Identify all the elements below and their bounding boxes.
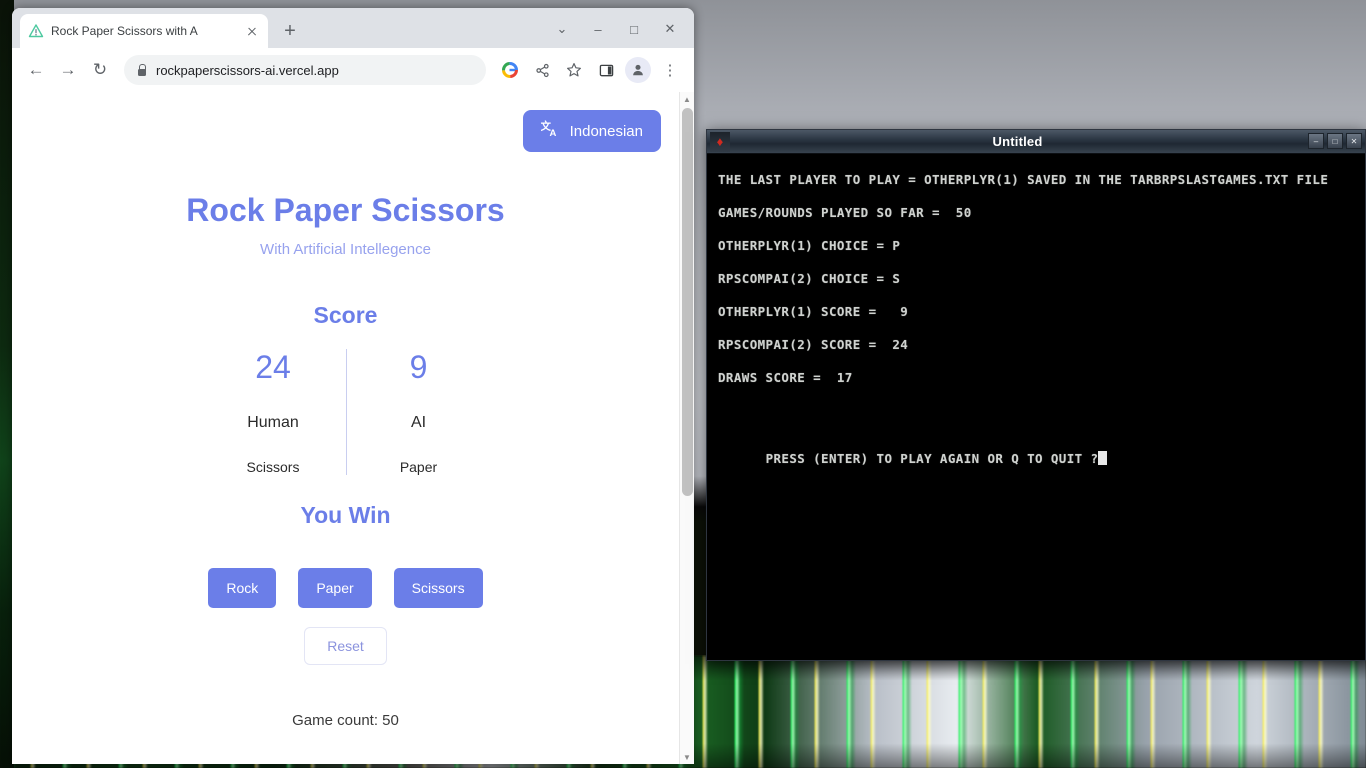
terminal-prompt-line: PRESS (ENTER) TO PLAY AGAIN OR Q TO QUIT… [718,436,1355,469]
url-text: rockpaperscissors-ai.vercel.app [156,63,339,78]
chrome-browser-window: Rock Paper Scissors with A + ⌄ – □ ✕ ← →… [12,8,694,764]
terminal-minimize-button[interactable]: – [1308,133,1324,149]
web-page: 文 A Indonesian Rock Paper Scissors With … [12,92,679,764]
terminal-app-icon: ♦ [710,132,730,152]
terminal-title: Untitled [730,134,1365,149]
minimize-button[interactable]: – [580,18,616,40]
terminal-close-button[interactable]: ✕ [1346,133,1362,149]
forward-button[interactable]: → [54,56,82,84]
terminal-prompt-text: PRESS (ENTER) TO PLAY AGAIN OR Q TO QUIT… [766,451,1099,466]
close-icon[interactable] [244,23,260,39]
page-scrollbar[interactable]: ▲ ▼ [679,92,694,764]
browser-toolbar: ← → ↻ rockpaperscissors-ai.vercel.app [12,48,694,92]
round-result: You Win [12,502,679,529]
side-panel-icon[interactable] [592,56,620,84]
scrollbar-thumb[interactable] [682,108,693,496]
reload-button[interactable]: ↻ [86,56,114,84]
score-ai: 9 AI Paper [346,349,491,475]
human-last-choice: Scissors [201,459,346,475]
ai-last-choice: Paper [347,459,491,475]
tab-strip: Rock Paper Scissors with A + ⌄ – □ ✕ [12,8,694,48]
page-subtitle: With Artificial Intellegence [12,241,679,258]
page-title: Rock Paper Scissors [12,192,679,229]
score-panel: 24 Human Scissors 9 AI Paper [12,349,679,475]
terminal-window: ♦ Untitled – □ ✕ THE LAST PLAYER TO PLAY… [706,129,1366,661]
translate-icon: 文 A [541,119,560,143]
rock-button[interactable]: Rock [208,568,276,608]
terminal-line: RPSCOMPAI(2) SCORE = 24 [718,337,1355,370]
back-button[interactable]: ← [22,56,50,84]
new-tab-button[interactable]: + [278,20,302,44]
profile-avatar-icon[interactable] [624,56,652,84]
choice-buttons: Rock Paper Scissors [12,568,679,608]
terminal-output[interactable]: THE LAST PLAYER TO PLAY = OTHERPLYR(1) S… [707,154,1365,479]
terminal-line [718,403,1355,436]
close-button[interactable]: ✕ [652,18,688,40]
bookmark-star-icon[interactable] [560,56,588,84]
avatar [625,57,651,83]
terminal-line: DRAWS SCORE = 17 [718,370,1355,403]
google-lens-icon[interactable] [496,56,524,84]
browser-viewport: 文 A Indonesian Rock Paper Scissors With … [12,92,694,764]
svg-text:A: A [549,128,556,138]
scroll-down-icon[interactable]: ▼ [680,750,694,764]
maximize-button[interactable]: □ [616,18,652,40]
lock-icon [136,64,147,76]
more-menu-icon[interactable]: ⋮ [656,56,684,84]
human-score-value: 24 [201,349,346,386]
paper-button[interactable]: Paper [298,568,371,608]
reset-row: Reset [12,627,679,665]
address-bar[interactable]: rockpaperscissors-ai.vercel.app [124,55,486,85]
terminal-window-buttons: – □ ✕ [1308,133,1362,149]
game-count-text: Game count: 50 [12,712,679,729]
terminal-line: THE LAST PLAYER TO PLAY = OTHERPLYR(1) S… [718,172,1355,205]
browser-tab[interactable]: Rock Paper Scissors with A [20,14,268,48]
scissors-button[interactable]: Scissors [394,568,483,608]
translate-button-label: Indonesian [570,123,643,140]
tab-title: Rock Paper Scissors with A [51,24,237,38]
score-human: 24 Human Scissors [201,349,346,475]
terminal-maximize-button[interactable]: □ [1327,133,1343,149]
ai-score-label: AI [347,414,491,432]
tab-search-button[interactable]: ⌄ [544,18,580,40]
terminal-title-bar[interactable]: ♦ Untitled – □ ✕ [707,130,1365,154]
score-heading: Score [12,302,679,329]
terminal-line: RPSCOMPAI(2) CHOICE = S [718,271,1355,304]
ai-score-value: 9 [347,349,491,386]
warning-triangle-icon [28,23,44,39]
reset-button[interactable]: Reset [304,627,387,665]
human-score-label: Human [201,414,346,432]
share-icon[interactable] [528,56,556,84]
terminal-line: OTHERPLYR(1) CHOICE = P [718,238,1355,271]
terminal-line: OTHERPLYR(1) SCORE = 9 [718,304,1355,337]
translate-language-button[interactable]: 文 A Indonesian [523,110,661,152]
scroll-up-icon[interactable]: ▲ [680,92,694,106]
terminal-cursor [1098,451,1107,465]
terminal-line: GAMES/ROUNDS PLAYED SO FAR = 50 [718,205,1355,238]
window-controls: ⌄ – □ ✕ [544,18,688,40]
